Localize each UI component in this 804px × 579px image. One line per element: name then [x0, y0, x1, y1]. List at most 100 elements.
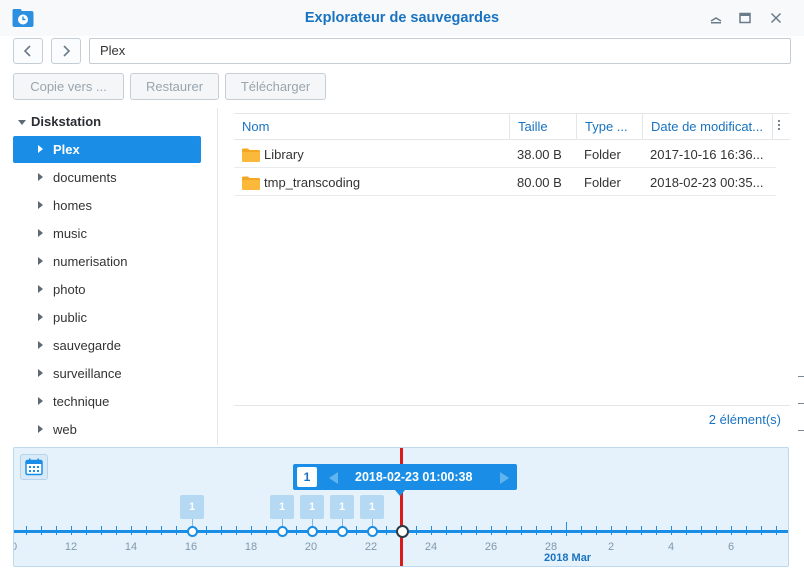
- badge-stem: [312, 519, 313, 526]
- timeline-tick: [686, 526, 687, 535]
- help-button[interactable]: [706, 8, 726, 28]
- snapshot-selector: 1 2018-02-23 01:00:38: [293, 464, 517, 496]
- chevron-right-icon: [63, 45, 71, 57]
- tree-item-label: web: [53, 422, 77, 437]
- timeline-tick: [731, 526, 732, 535]
- tree-root[interactable]: Diskstation: [0, 108, 210, 136]
- back-button[interactable]: [13, 38, 43, 64]
- caret-right-icon: [38, 341, 43, 349]
- timeline-tick: [491, 526, 492, 535]
- timeline-tick: [146, 526, 147, 535]
- tick-label: 26: [484, 541, 498, 553]
- tick-label: 18: [244, 541, 258, 553]
- tree-item-music[interactable]: music: [13, 220, 201, 247]
- snapshot-point[interactable]: [187, 526, 198, 537]
- sidebar-divider: [217, 108, 218, 445]
- timeline-tick: [521, 526, 522, 535]
- timeline-tick: [86, 526, 87, 535]
- timeline-tick: [641, 526, 642, 535]
- selected-snapshot-point[interactable]: [396, 525, 409, 538]
- tick-label: 20: [304, 541, 318, 553]
- previous-snapshot-arrow-icon[interactable]: [329, 472, 338, 484]
- download-button[interactable]: Télécharger: [225, 73, 326, 100]
- caret-right-icon: [38, 201, 43, 209]
- caret-down-icon: [18, 120, 26, 125]
- timeline-tick: [101, 526, 102, 535]
- tree-item-label: documents: [53, 170, 117, 185]
- timeline-tick: [386, 526, 387, 535]
- close-button[interactable]: [766, 8, 786, 28]
- tree-item-label: technique: [53, 394, 110, 409]
- snapshot-point[interactable]: [367, 526, 378, 537]
- timeline-tick: [431, 526, 432, 535]
- tree-item-label: homes: [53, 198, 93, 213]
- timeline-tick: [746, 526, 747, 535]
- file-date: 2017-10-16 16:36...: [650, 147, 764, 162]
- file-name: tmp_transcoding: [264, 175, 361, 190]
- edge-mark: [798, 403, 804, 404]
- table-header: Nom Taille Type ... Date de modificat...: [234, 113, 790, 140]
- maximize-button[interactable]: [735, 8, 755, 28]
- tick-label: 4: [667, 541, 675, 553]
- snapshot-count-badge[interactable]: 1: [300, 495, 324, 519]
- snapshot-point[interactable]: [337, 526, 348, 537]
- tree-item-sauvegarde[interactable]: sauvegarde: [13, 332, 201, 359]
- tree-item-documents[interactable]: documents: [13, 164, 201, 191]
- timeline-tick: [161, 526, 162, 535]
- file-size: 38.00 B: [517, 147, 562, 162]
- file-date: 2018-02-23 00:35...: [650, 175, 764, 190]
- badge-stem: [192, 519, 193, 526]
- column-header-type[interactable]: Type ...: [576, 114, 642, 140]
- path-field[interactable]: Plex: [89, 38, 791, 64]
- copy-to-button[interactable]: Copie vers ...: [13, 73, 124, 100]
- caret-right-icon: [38, 397, 43, 405]
- tick-label: 12: [64, 541, 78, 553]
- tree-item-public[interactable]: public: [13, 304, 201, 331]
- timeline-tick: [716, 526, 717, 535]
- close-icon: [770, 12, 782, 24]
- maximize-icon: [739, 12, 751, 24]
- restore-button[interactable]: Restaurer: [130, 73, 219, 100]
- caret-right-icon: [38, 425, 43, 433]
- snapshot-count-badge[interactable]: 1: [330, 495, 354, 519]
- timeline-tick: [761, 526, 762, 535]
- timeline-tick: [131, 526, 132, 535]
- snapshot-count-badge[interactable]: 1: [270, 495, 294, 519]
- snapshot-count-badge[interactable]: 1: [360, 495, 384, 519]
- tree-item-surveillance[interactable]: surveillance: [13, 360, 201, 387]
- snapshot-point[interactable]: [277, 526, 288, 537]
- snapshot-point[interactable]: [307, 526, 318, 537]
- timeline-tick: [611, 526, 612, 535]
- calendar-icon: [25, 458, 43, 476]
- timeline-tick: [296, 526, 297, 535]
- table-row[interactable]: Library 38.00 B Folder 2017-10-16 16:36.…: [234, 140, 776, 168]
- help-icon: [710, 17, 722, 24]
- tick-label: 16: [184, 541, 198, 553]
- folder-icon: [242, 148, 260, 162]
- timeline-tick: [701, 526, 702, 535]
- next-snapshot-arrow-icon[interactable]: [500, 472, 509, 484]
- tree-item-technique[interactable]: technique: [13, 388, 201, 415]
- forward-button[interactable]: [51, 38, 81, 64]
- column-header-date[interactable]: Date de modificat...: [642, 114, 772, 140]
- table-row[interactable]: tmp_transcoding 80.00 B Folder 2018-02-2…: [234, 168, 776, 196]
- column-header-size[interactable]: Taille: [509, 114, 576, 140]
- tree-item-label: Plex: [53, 142, 80, 157]
- more-vertical-icon: [777, 119, 781, 131]
- file-type: Folder: [584, 147, 621, 162]
- snapshot-timeline[interactable]: 10 12 14 16 18 20 22 24 26 28 2 4 6 2018…: [13, 447, 789, 567]
- edge-mark: [798, 376, 804, 377]
- tree-item-plex[interactable]: Plex: [13, 136, 201, 163]
- tree-item-numerisation[interactable]: numerisation: [13, 248, 201, 275]
- snapshot-count-badge[interactable]: 1: [180, 495, 204, 519]
- tree-item-photo[interactable]: photo: [13, 276, 201, 303]
- tree-item-web[interactable]: web: [13, 416, 201, 443]
- column-menu-button[interactable]: [772, 114, 790, 140]
- column-header-name[interactable]: Nom: [234, 114, 509, 140]
- folder-icon: [242, 176, 260, 190]
- calendar-button[interactable]: [20, 454, 48, 480]
- caret-right-icon: [38, 145, 43, 153]
- tree-item-label: numerisation: [53, 254, 128, 269]
- tree-item-homes[interactable]: homes: [13, 192, 201, 219]
- timeline-tick: [41, 526, 42, 535]
